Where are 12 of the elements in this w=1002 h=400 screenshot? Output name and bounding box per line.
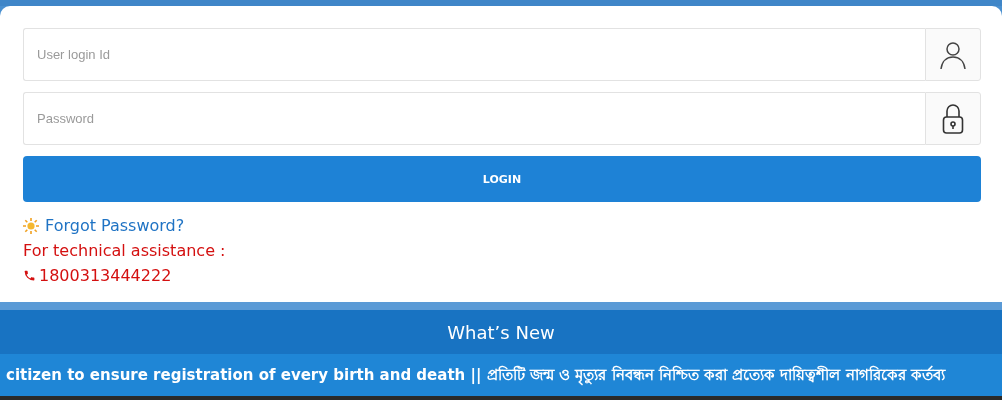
lock-icon	[942, 102, 964, 135]
login-button[interactable]: LOGIN	[23, 156, 981, 202]
password-field[interactable]: Password	[23, 92, 925, 145]
news-ticker: citizen to ensure registration of every birth and death || প্রতিটি জন্ম ও মৃত্যুর নিবন্ধন নিশ্চিত করা প্রত্যেক দায়িত্বশীল নাগরিকের কর্তব্য	[6, 364, 945, 387]
user-id-field[interactable]: User login Id	[23, 28, 925, 81]
user-icon	[939, 39, 967, 70]
assistance-label: For technical assistance :	[23, 241, 227, 260]
phone-icon	[23, 269, 36, 282]
forgot-password-link[interactable]: Forgot Password?	[45, 216, 185, 235]
section-title: What’s New	[447, 321, 555, 343]
phone-number: 1800313444222	[39, 266, 172, 285]
sun-icon	[23, 217, 39, 234]
